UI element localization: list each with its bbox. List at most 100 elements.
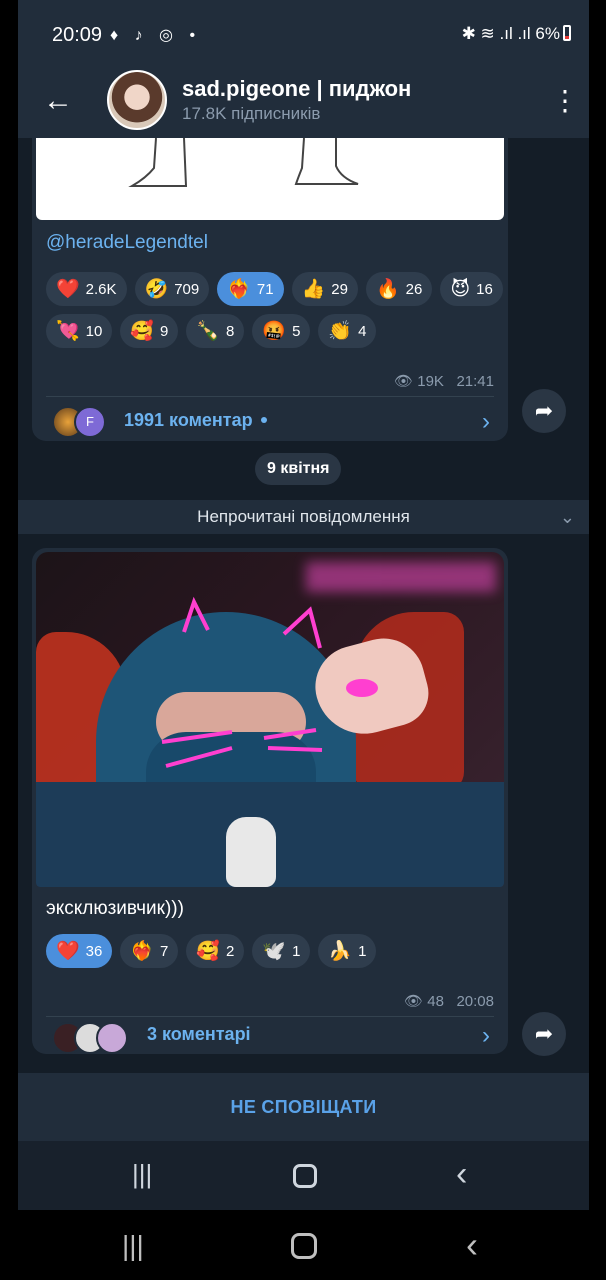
more-vertical-icon: ⋮ — [551, 85, 579, 116]
share-icon: ➦ — [534, 398, 554, 423]
doodle-overlay — [161, 596, 378, 768]
comments-label: 3 коментарі — [147, 1024, 251, 1044]
reaction-emoji: 🤣 — [144, 278, 169, 300]
reaction-emoji: 🔥 — [375, 278, 400, 300]
channel-avatar[interactable] — [107, 70, 167, 130]
battery-level: 6% — [535, 24, 560, 43]
reaction-count: 71 — [256, 280, 274, 298]
telegram-channel-screen: 20:09 ♦ ♪ ◎ • ✱ ≋ .ıl .ıl 6% ← sad.pigeo… — [18, 0, 589, 1210]
chevron-right-icon: › — [482, 408, 490, 435]
chat-area[interactable]: @heradeLegendtel ❤️ 2.6K 🤣 709 ❤️‍🔥 71 👍 29 🔥 26 😈… — [18, 138, 589, 1073]
sketch-drawing — [128, 138, 359, 187]
reaction-count: 16 — [476, 280, 493, 298]
reaction-button[interactable]: ❤️‍🔥 7 — [120, 934, 179, 968]
comments-label: 1991 коментар — [124, 410, 267, 431]
subscriber-count: 17.8K підписників — [182, 104, 321, 123]
share-button[interactable]: ➦ — [522, 1012, 566, 1056]
reaction-emoji: 🥰 — [196, 940, 221, 962]
comments-count: 1991 коментар — [124, 410, 253, 430]
recents-icon[interactable]: ||| — [132, 1159, 152, 1190]
post-photo[interactable] — [36, 552, 504, 887]
arrow-left-icon: ← — [43, 84, 73, 117]
post-time: 20:08 — [456, 993, 494, 1010]
reaction-emoji: 👍 — [301, 278, 326, 300]
mention-link[interactable]: @heradeLegendtel — [46, 232, 208, 254]
more-menu-button[interactable]: ⋮ — [551, 84, 579, 120]
reaction-button[interactable]: 🔥 26 — [365, 272, 433, 306]
notification-icons: ♦ ♪ ◎ • — [110, 27, 202, 44]
reaction-emoji: 💘 — [56, 320, 80, 342]
reaction-button[interactable]: ❤️ 2.6K — [46, 272, 127, 306]
reaction-button[interactable]: 👏 4 — [318, 314, 377, 348]
reaction-emoji: ❤️‍🔥 — [130, 940, 155, 962]
unread-label: Непрочитані повідомлення — [197, 507, 410, 526]
reaction-count: 1 — [292, 942, 301, 960]
view-count: 19K — [417, 373, 444, 390]
reactions-list: ❤️ 36 ❤️‍🔥 7 🥰 2 🕊️ 1 🍌 1 — [46, 934, 506, 968]
reaction-count: 4 — [358, 322, 367, 340]
reactions-list: ❤️ 2.6K 🤣 709 ❤️‍🔥 71 👍 29 🔥 26 😈 16 💘 10 🥰 9 🍾 8 🤬 5 👏 4 — [46, 272, 506, 348]
chevron-down-icon[interactable]: ⌄ — [560, 500, 575, 534]
battery-icon — [563, 25, 571, 41]
recents-icon[interactable]: ||| — [122, 1230, 144, 1262]
share-icon: ➦ — [534, 1021, 554, 1046]
divider — [46, 396, 494, 397]
reaction-count: 2 — [226, 942, 235, 960]
reaction-button[interactable]: ❤️‍🔥 71 — [217, 272, 284, 306]
reaction-count: 7 — [160, 942, 169, 960]
commenter-avatars — [52, 1022, 128, 1056]
unread-dot — [260, 417, 267, 423]
unread-messages-bar: Непрочитані повідомлення ⌄ — [18, 500, 589, 534]
home-icon[interactable] — [291, 1233, 317, 1259]
reaction-count: 10 — [85, 322, 103, 340]
reaction-count: 26 — [405, 280, 423, 298]
chevron-right-icon: › — [482, 1022, 490, 1049]
reaction-emoji: 🍾 — [196, 320, 221, 342]
comments-button[interactable]: 3 коментарі › — [32, 1014, 508, 1054]
reaction-button[interactable]: 🕊️ 1 — [252, 934, 311, 968]
channel-title[interactable]: sad.pigeone | пиджон — [182, 76, 411, 102]
reaction-button[interactable]: 🍾 8 — [186, 314, 245, 348]
reaction-emoji: 🤬 — [262, 320, 287, 342]
commenter-avatars: F — [52, 406, 122, 440]
signal-icons: ✱ ≋ .ıl .ıl — [461, 24, 531, 43]
reaction-emoji: 🕊️ — [262, 940, 287, 962]
reaction-button[interactable]: 🥰 9 — [120, 314, 179, 348]
reaction-count: 9 — [160, 322, 169, 340]
reaction-emoji: 👏 — [328, 320, 353, 342]
home-icon[interactable] — [293, 1164, 317, 1188]
post-meta: 👁 48 20:08 — [404, 992, 494, 1010]
reaction-emoji: ❤️‍🔥 — [227, 278, 251, 300]
system-navigation-bar: ||| ‹ — [0, 1210, 606, 1280]
eye-icon: 👁 — [404, 993, 424, 1010]
comments-button[interactable]: F 1991 коментар › — [32, 398, 508, 442]
reaction-button[interactable]: 🍌 1 — [318, 934, 377, 968]
reaction-count: 8 — [226, 322, 235, 340]
reaction-emoji: 🍌 — [328, 940, 353, 962]
reaction-button[interactable]: ❤️ 36 — [46, 934, 113, 968]
avatar: F — [74, 406, 106, 438]
reaction-button[interactable]: 🥰 2 — [186, 934, 245, 968]
reaction-button[interactable]: 🤬 5 — [252, 314, 311, 348]
message-bubble[interactable]: @heradeLegendtel ❤️ 2.6K 🤣 709 ❤️‍🔥 71 👍 29 🔥 26 😈… — [32, 138, 508, 441]
reaction-count: 29 — [331, 280, 348, 298]
reaction-button[interactable]: 💘 10 — [46, 314, 113, 348]
share-button[interactable]: ➦ — [522, 389, 566, 433]
mute-button[interactable]: НЕ СПОВІЩАТИ — [18, 1073, 589, 1141]
eye-icon: 👁 — [394, 373, 414, 390]
back-nav-icon[interactable]: ‹ — [466, 1224, 478, 1266]
reaction-button[interactable]: 😈 16 — [440, 272, 503, 306]
message-bubble[interactable]: эксклюзивчик))) ❤️ 36 ❤️‍🔥 7 🥰 2 🕊️ 1 🍌 1 👁 48 20… — [32, 548, 508, 1054]
status-bar: 20:09 ♦ ♪ ◎ • ✱ ≋ .ıl .ıl 6% — [18, 0, 589, 70]
reaction-button[interactable]: 🤣 709 — [134, 272, 210, 306]
reaction-count: 709 — [174, 280, 200, 298]
back-nav-icon[interactable]: ‹ — [456, 1155, 467, 1194]
post-image[interactable] — [36, 138, 504, 220]
reaction-emoji: ❤️ — [56, 940, 80, 962]
reaction-emoji: 🥰 — [130, 320, 155, 342]
reaction-button[interactable]: 👍 29 — [291, 272, 358, 306]
reaction-count: 2.6K — [85, 280, 117, 298]
back-button[interactable]: ← — [40, 84, 76, 120]
reaction-count: 1 — [358, 942, 367, 960]
post-meta: 👁 19K 21:41 — [394, 372, 494, 390]
